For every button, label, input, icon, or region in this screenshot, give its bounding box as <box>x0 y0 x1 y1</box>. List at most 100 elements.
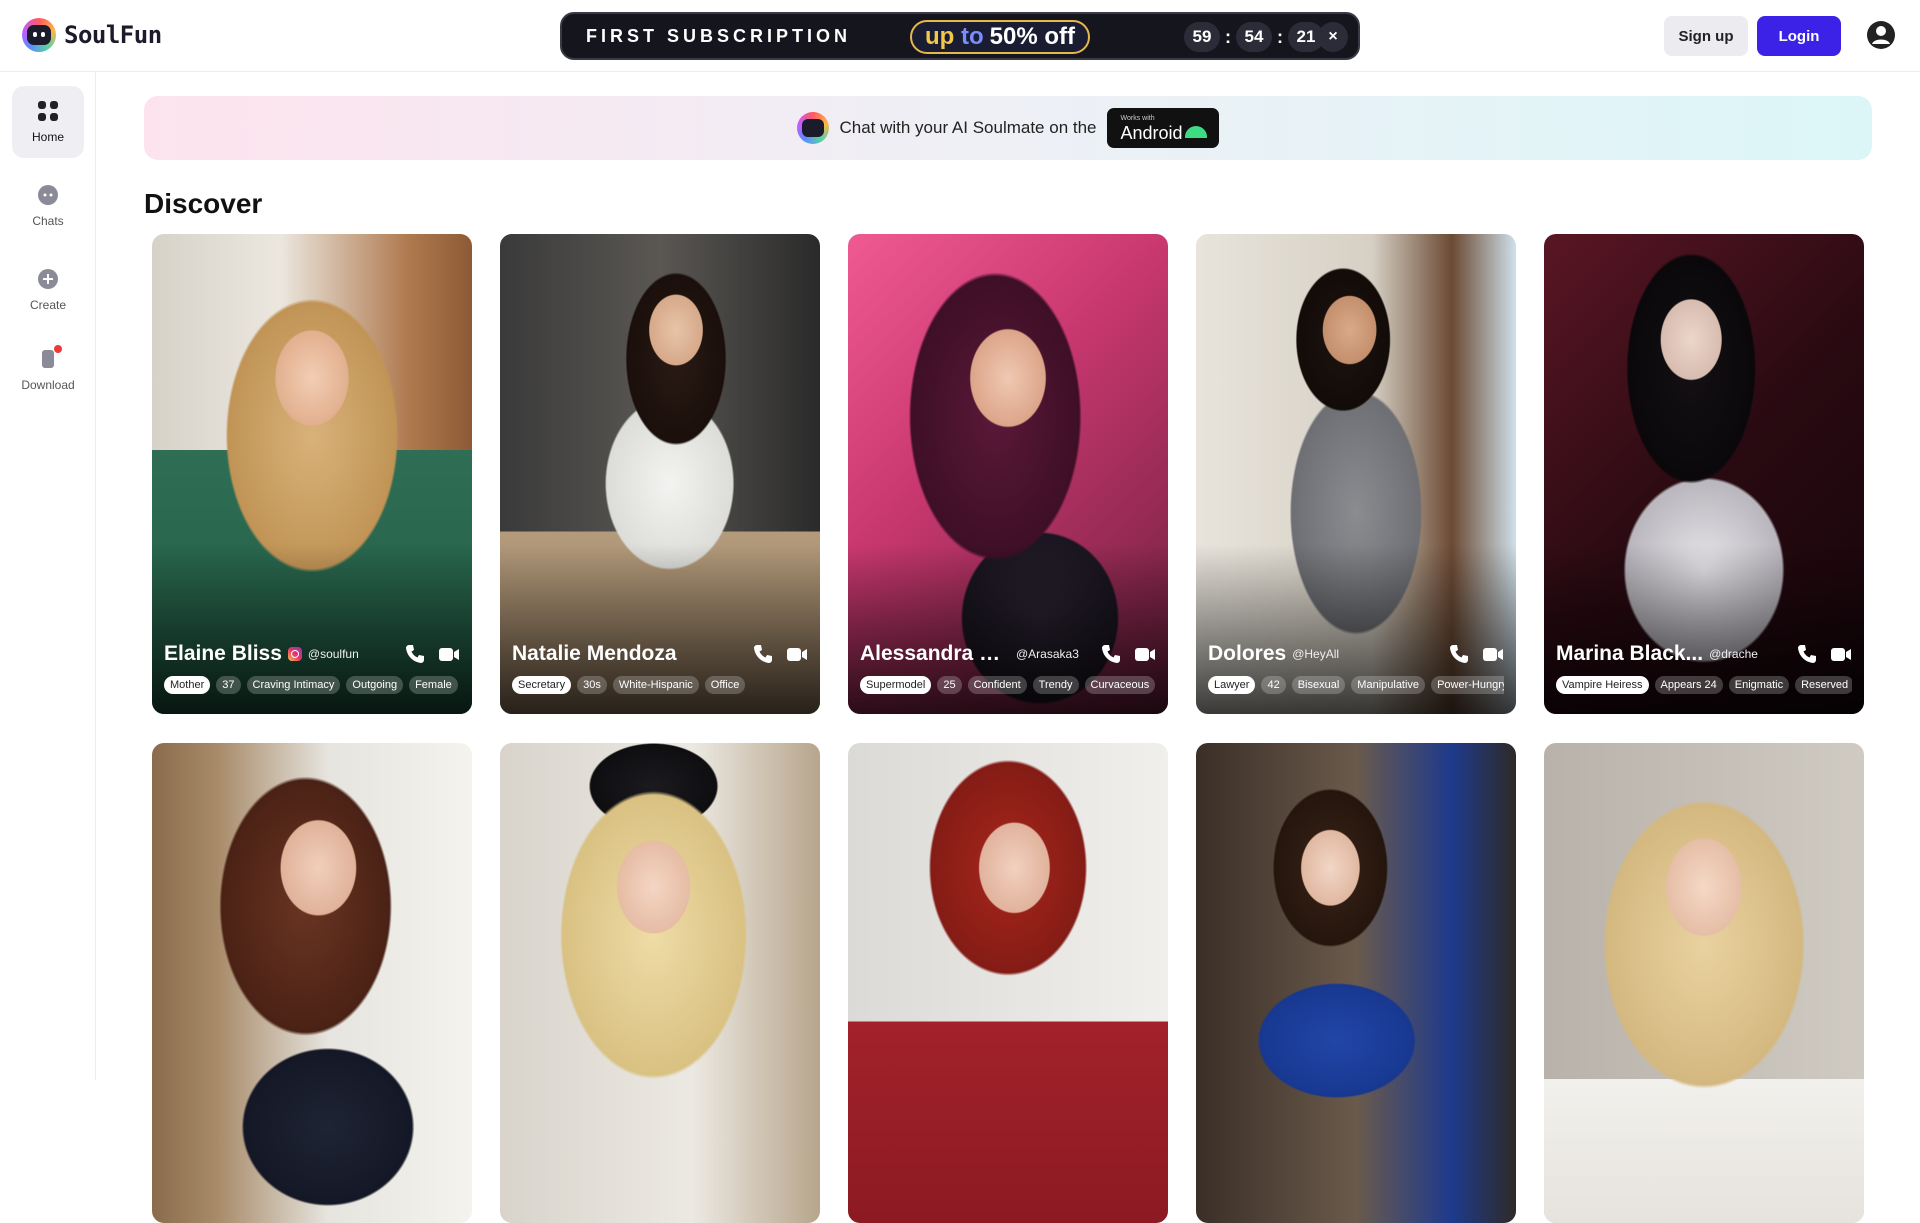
character-photo <box>500 743 820 1223</box>
character-name: Elaine Bliss <box>164 642 282 665</box>
sidebar-item-chats[interactable]: Chats <box>12 170 84 242</box>
sidebar-item-label: Download <box>21 378 75 392</box>
video-call-icon[interactable] <box>786 643 808 665</box>
timer-seconds: 54 <box>1236 22 1272 52</box>
tag: Vampire Heiress <box>1556 676 1649 694</box>
sidebar-item-home[interactable]: Home <box>12 86 84 158</box>
tag: Trendy <box>1032 676 1079 694</box>
badge-small-text: Works with <box>1120 115 1155 122</box>
character-card[interactable] <box>848 743 1168 1223</box>
tag-list: Lawyer 42 Bisexual Manipulative Power-Hu… <box>1208 676 1504 694</box>
video-call-icon[interactable] <box>1134 643 1156 665</box>
tag: White-Hispanic <box>612 676 699 694</box>
tag: Office <box>704 676 746 694</box>
promo-bar[interactable]: FIRST SUBSCRIPTION up to 50% off 59 : 54… <box>560 12 1360 60</box>
plus-icon <box>38 269 58 289</box>
notification-dot <box>54 345 62 353</box>
character-card[interactable] <box>500 743 820 1223</box>
tag: Secretary <box>512 676 572 694</box>
banner-text: Chat with your AI Soulmate on the <box>839 118 1097 137</box>
character-card[interactable]: Marina Black... @drache Vampire Heiress … <box>1544 234 1864 714</box>
sidebar: Home Chats Create Download <box>0 72 96 1080</box>
promo-up: up <box>924 23 955 50</box>
close-icon[interactable]: × <box>1318 22 1348 52</box>
promo-title: FIRST SUBSCRIPTION <box>586 25 852 46</box>
login-button[interactable]: Login <box>1757 16 1841 56</box>
sidebar-item-label: Create <box>29 298 67 312</box>
timer-minutes: 59 <box>1184 22 1220 52</box>
tag: Manipulative <box>1351 676 1426 694</box>
chat-icon <box>38 185 58 205</box>
tag: Bisexual <box>1291 676 1346 694</box>
character-card[interactable] <box>1544 743 1864 1223</box>
phone-call-icon[interactable] <box>404 643 426 665</box>
character-name: Natalie Mendoza <box>512 642 677 665</box>
app-logo[interactable]: SoulFun <box>22 18 162 52</box>
tag: Mother <box>164 676 211 694</box>
logo-icon <box>797 112 830 144</box>
phone-call-icon[interactable] <box>1796 643 1818 665</box>
character-handle[interactable]: @soulfun <box>308 647 359 661</box>
tag-list: Mother 37 Craving Intimacy Outgoing Fema… <box>164 676 460 694</box>
tag: 42 <box>1261 676 1286 694</box>
character-handle[interactable]: @Arasaka3 <box>1016 647 1079 661</box>
tag-list: Secretary 30s White-Hispanic Office <box>512 676 808 694</box>
android-badge[interactable]: Works with Android <box>1106 108 1219 148</box>
logo-icon <box>22 18 56 52</box>
tag: Appears 24 <box>1654 676 1723 694</box>
tag: Confident <box>967 676 1027 694</box>
sidebar-item-download[interactable]: Download <box>12 334 84 406</box>
tag-list: Vampire Heiress Appears 24 Enigmatic Res… <box>1556 676 1852 694</box>
instagram-icon <box>287 647 302 661</box>
character-name: Alessandra Be... <box>860 642 1010 665</box>
promo-off: 50% off <box>989 23 1075 50</box>
character-card[interactable]: Elaine Bliss @soulfun Mother 37 Craving … <box>152 234 472 714</box>
tag: 30s <box>577 676 607 694</box>
tag: Supermodel <box>860 676 932 694</box>
video-call-icon[interactable] <box>1482 643 1504 665</box>
character-card[interactable]: Alessandra Be... @Arasaka3 Supermodel 25… <box>848 234 1168 714</box>
promo-to: to <box>960 23 984 50</box>
phone-icon <box>37 345 62 370</box>
character-photo <box>1544 743 1864 1223</box>
character-name: Marina Black... <box>1556 642 1704 665</box>
video-call-icon[interactable] <box>438 643 460 665</box>
tag: 25 <box>937 676 962 694</box>
tag: Female <box>409 676 458 694</box>
phone-call-icon[interactable] <box>1100 643 1122 665</box>
phone-call-icon[interactable] <box>1448 643 1470 665</box>
tag: 37 <box>216 676 241 694</box>
sidebar-item-label: Chats <box>32 214 64 228</box>
section-title: Discover <box>144 188 263 219</box>
tag: Curvaceous <box>1084 676 1156 694</box>
sidebar-item-create[interactable]: Create <box>12 254 84 326</box>
video-call-icon[interactable] <box>1830 643 1852 665</box>
character-card[interactable]: Dolores @HeyAll Lawyer 42 Bisexual Manip… <box>1196 234 1516 714</box>
android-banner[interactable]: Chat with your AI Soulmate on the Works … <box>144 96 1872 160</box>
tag: Outgoing <box>346 676 404 694</box>
character-card[interactable]: Natalie Mendoza Secretary 30s White-Hisp… <box>500 234 820 714</box>
countdown-timer: 59 : 54 : 21 <box>1184 22 1324 52</box>
character-handle[interactable]: @HeyAll <box>1292 647 1339 661</box>
character-card[interactable] <box>152 743 472 1223</box>
signup-button[interactable]: Sign up <box>1664 16 1748 56</box>
tag-list: Supermodel 25 Confident Trendy Curvaceou… <box>860 676 1156 694</box>
grid-icon <box>38 101 58 121</box>
sidebar-item-label: Home <box>31 130 64 144</box>
character-handle[interactable]: @drache <box>1709 647 1758 661</box>
badge-big-text: Android <box>1120 123 1183 143</box>
character-photo <box>848 743 1168 1223</box>
account-icon[interactable] <box>1866 20 1896 50</box>
character-photo <box>1196 743 1516 1223</box>
character-card[interactable] <box>1196 743 1516 1223</box>
app-name: SoulFun <box>64 21 162 49</box>
discount-pill: up to 50% off <box>910 20 1090 54</box>
character-photo <box>152 743 472 1223</box>
tag: Reserved <box>1795 676 1852 694</box>
android-icon <box>1184 126 1207 138</box>
phone-call-icon[interactable] <box>752 643 774 665</box>
tag: Lawyer <box>1208 676 1256 694</box>
top-header: SoulFun FIRST SUBSCRIPTION up to 50% off… <box>0 0 1920 72</box>
tag: Craving Intimacy <box>246 676 341 694</box>
tag: Enigmatic <box>1728 676 1790 694</box>
